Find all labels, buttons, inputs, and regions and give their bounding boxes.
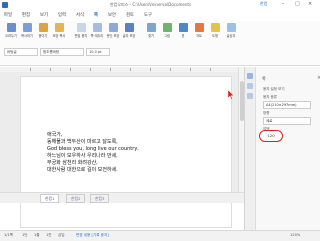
font-icon [124,23,134,32]
window-title: 한컴오피스 - C:\Users\minerva\Documents [110,2,192,7]
tab-doc3[interactable]: 한컴3 [90,194,110,203]
document-tabs: 한컴1 한컴2 한컴3 [0,192,244,203]
menu-tools[interactable]: 도구 [144,12,152,18]
search-icon [146,23,156,32]
scale-input[interactable]: 120 [259,130,283,142]
status-page: 1/1쪽 [4,233,14,237]
style-select[interactable]: 바탕글 [4,48,38,56]
paragraph-button[interactable]: 문단 모양 [106,23,120,38]
find-button[interactable]: 찾기 [144,23,158,38]
panel-section-label: 용지 설정 보기 [263,87,285,91]
text-line: 대한사람 대한으로 길이 보전하세. [47,167,118,173]
picture-button[interactable]: 그림 [160,23,174,38]
page-setup-button[interactable]: 편집 용지 [74,23,88,38]
status-track-changes[interactable]: 변경 내용 [기록 중지] [76,233,109,238]
picture-icon [162,23,172,32]
status-col: 1칸 [46,233,52,237]
brush-icon [54,23,64,32]
text-line: 무궁화 삼천리 화려강산, [47,160,98,166]
cut-button[interactable]: 오려두기 [4,23,18,38]
status-section: 1단 [22,233,28,237]
table-icon [178,23,188,32]
tab-doc1[interactable]: 한컴1 [40,194,60,203]
paste-icon [38,23,48,32]
panel-tab-icon[interactable] [247,73,253,79]
account-label[interactable]: 한컴 [260,1,267,7]
char-shape-button[interactable]: 글자 모양 [122,23,136,38]
chart-icon [194,23,204,32]
font-select[interactable]: 함초롬바탕 [40,48,84,56]
panel-icon-column [245,67,256,230]
status-mode[interactable]: 삽입 [58,233,65,238]
textbox-button[interactable]: 글상자 [224,23,238,38]
minimize-icon[interactable]: – [282,1,285,7]
panel-title: 쪽 [262,76,266,81]
text-line: 애국가, [47,132,63,138]
paragraph-icon [108,23,118,32]
zoom-level[interactable]: 120% [290,233,300,237]
menu-format[interactable]: 서식 [76,12,84,18]
table-button[interactable]: 표 [176,23,190,38]
shape-icon [210,23,220,32]
format-copy-button[interactable]: 모양 복사 [52,23,66,38]
panel-tab-icon[interactable] [247,83,253,89]
status-line: 1줄 [34,233,40,237]
maximize-icon[interactable]: □ [295,1,300,7]
side-panel: 쪽 × 용지 설정 보기 용지 종류 A4(210×297mm) 방향 세로 여… [244,67,320,230]
menu-edit[interactable]: 편집 [22,12,30,18]
menu-review[interactable]: 검토 [126,12,134,18]
status-bar: 1/1쪽 1단 1줄 1칸 삽입 변경 내용 [기록 중지] 120% [0,230,320,241]
paper-type-select[interactable]: A4(210×297mm) [263,101,311,109]
menu-file[interactable]: 파일 [4,12,12,18]
close-icon[interactable]: × [308,1,312,7]
ribbon: 오려두기 복사하기 붙이기 모양 복사 편집 용지 쪽 테두리 문단 모양 글자… [0,21,320,66]
menu-view[interactable]: 보기 [40,12,48,18]
scissors-icon [6,23,16,32]
mouse-cursor-icon [228,90,234,100]
paste-button[interactable]: 붙이기 [36,23,50,38]
app-icon [2,2,8,8]
panel-tab-icon[interactable] [247,93,253,99]
orientation-select[interactable]: 세로 [263,117,311,125]
document-text[interactable]: 애국가, 동해물과 백두산이 마르고 닳도록, God bless you, l… [47,132,139,174]
text-line: 하느님이 보우하사 우리나라 만세, [47,153,118,159]
tab-doc2[interactable]: 한컴2 [66,194,86,203]
menu-security[interactable]: 보안 [108,12,116,18]
font-size-select[interactable]: 10.0 pt [86,48,110,56]
paper-type-label: 용지 종류 [263,95,277,99]
chart-button[interactable]: 차트 [192,23,206,38]
page-icon [76,23,86,32]
text-line: God bless you, long live our country, [47,146,139,152]
textbox-icon [226,23,236,32]
shape-button[interactable]: 도형 [208,23,222,38]
text-line: 동해물과 백두산이 마르고 닳도록, [47,139,118,145]
copy-button[interactable]: 복사하기 [20,23,34,38]
page-border-button[interactable]: 쪽 테두리 [90,23,104,38]
copy-icon [22,23,32,32]
border-icon [92,23,102,32]
orientation-label: 방향 [263,111,270,115]
menu-page[interactable]: 쪽 [94,12,98,18]
menu-insert[interactable]: 입력 [58,12,66,18]
